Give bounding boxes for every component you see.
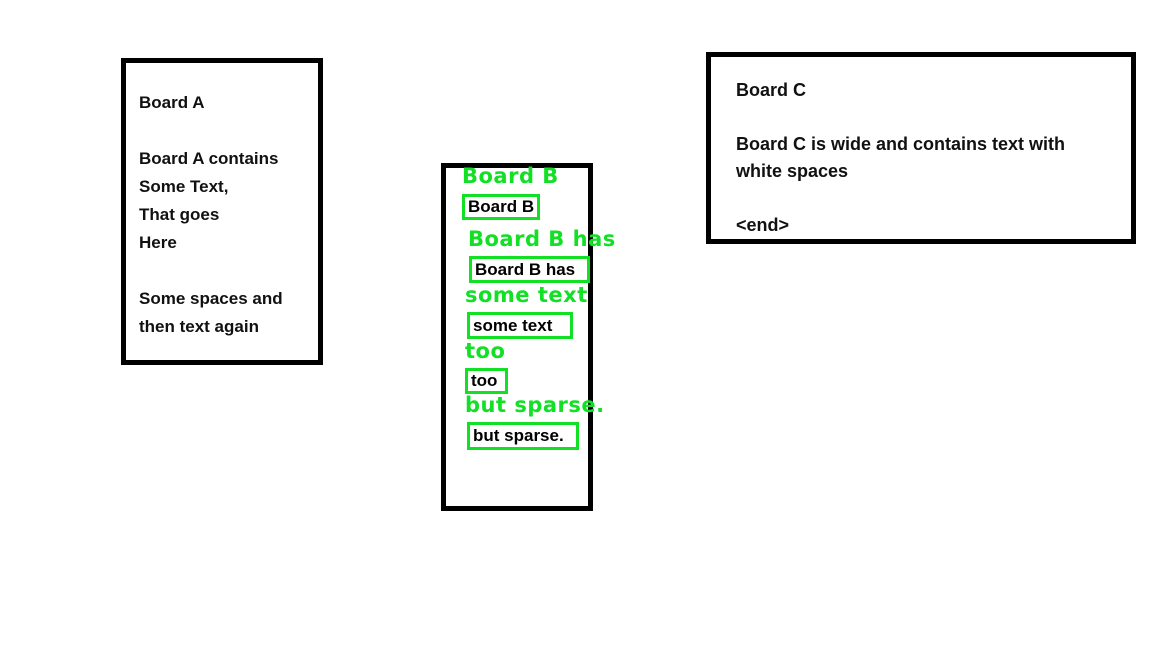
ocr-transcription-chip[interactable]: Board B has <box>469 256 590 283</box>
ocr-transcription-chip[interactable]: some text <box>467 312 573 339</box>
ocr-transcription-chip[interactable]: but sparse. <box>467 422 579 450</box>
ocr-detected-text: Board B <box>462 164 559 188</box>
ocr-transcription-chip[interactable]: Board B <box>462 194 540 220</box>
ocr-detected-text: Board B has <box>468 227 616 251</box>
board-c-text: Board C Board C is wide and contains tex… <box>736 80 1066 235</box>
board-a-text: Board A Board A contains Some Text, That… <box>139 93 283 336</box>
board-a: Board A Board A contains Some Text, That… <box>121 58 323 365</box>
ocr-detected-text: some text <box>465 283 588 307</box>
ocr-detected-text: too <box>465 339 506 363</box>
ocr-transcription-chip[interactable]: too <box>465 368 508 394</box>
board-c: Board C Board C is wide and contains tex… <box>706 52 1136 244</box>
ocr-detected-text: but sparse. <box>465 393 605 417</box>
